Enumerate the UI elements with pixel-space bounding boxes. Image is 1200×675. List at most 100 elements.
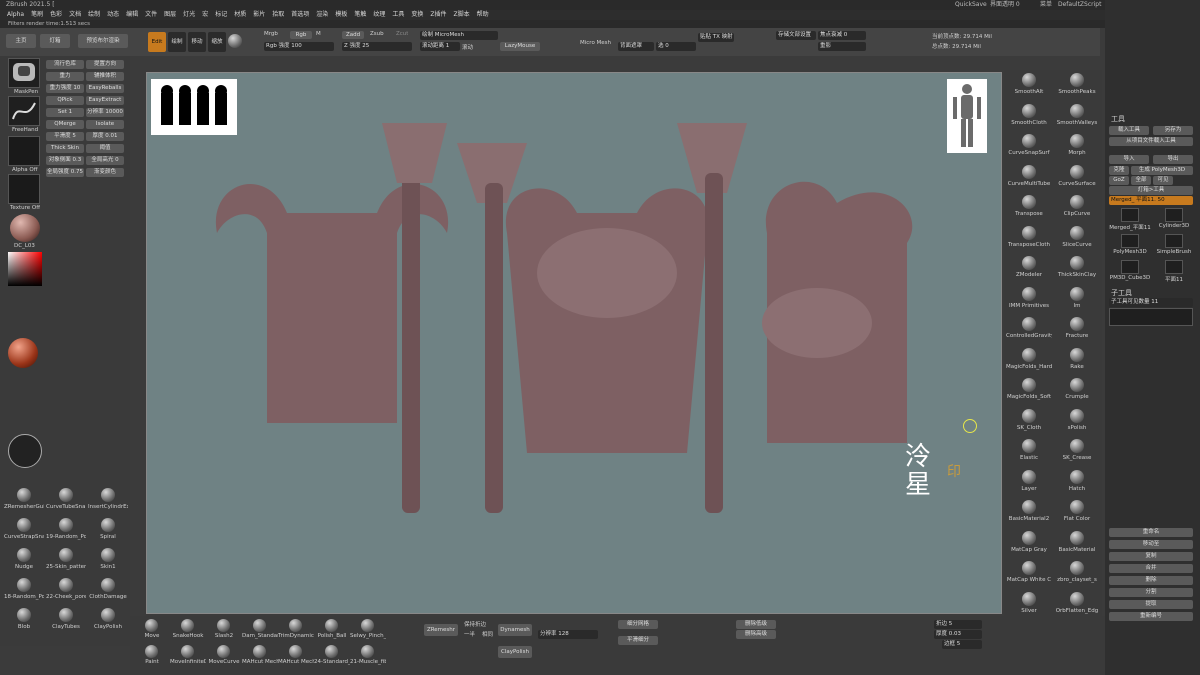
brush-slot[interactable]: SliceCurve — [1054, 225, 1100, 253]
sel-slider[interactable]: 选 0 — [656, 42, 696, 51]
subtool-count-slider[interactable]: 子工具可见数量 11 — [1109, 298, 1193, 307]
material-sphere[interactable] — [10, 214, 40, 242]
brush-slot[interactable]: TrimDynamic1 — [278, 618, 314, 642]
brush-slot[interactable]: Nudge — [4, 546, 44, 574]
brush-slot[interactable]: MoveCurve — [206, 644, 242, 668]
menu-item[interactable]: 材质 — [234, 10, 246, 20]
brush-slot[interactable]: Elastic — [1006, 438, 1052, 466]
crease-dist-slider[interactable]: 折边 5 — [934, 620, 982, 629]
quicksave-button[interactable]: QuickSave — [955, 0, 987, 10]
brush-slot[interactable]: CurveTubeSnap — [46, 486, 86, 514]
brush-slot[interactable]: Rake — [1054, 347, 1100, 375]
frame-slider[interactable]: 边框 5 — [942, 640, 982, 649]
left-option[interactable]: 对象侧面 0.3 — [46, 156, 84, 165]
brush-slot[interactable]: CurveSnapSurf — [1006, 133, 1052, 161]
brush-slot[interactable]: 25-Skin_pattern — [46, 546, 86, 574]
delete-lower-button[interactable]: 删除低级 — [736, 620, 776, 629]
symmetry-settings-button[interactable]: 存储文部设置 — [776, 31, 816, 40]
half-toggle[interactable]: 一半 — [464, 630, 475, 638]
brush-slot[interactable]: TransposeCloth — [1006, 225, 1052, 253]
tool-slot[interactable]: Merged_平面11 — [1109, 208, 1151, 232]
fill-tx-button[interactable]: 贴贴 TX 映射 — [698, 33, 734, 42]
menu-item[interactable]: 影片 — [253, 10, 265, 20]
subtool-op-button[interactable]: 提取 — [1109, 600, 1193, 609]
menu-item[interactable]: 灯光 — [183, 10, 195, 20]
left-option[interactable]: 厚度 0.01 — [86, 132, 124, 141]
brush-slot[interactable]: MagicFolds_Hard — [1006, 347, 1052, 375]
menu-item[interactable]: 笔刷 — [31, 10, 43, 20]
brush-slot[interactable]: 18-Random_Por — [4, 576, 44, 604]
z-intensity-slider[interactable]: Z 强度 25 — [342, 42, 412, 51]
left-option[interactable]: EasyReballs — [86, 84, 124, 93]
lazymouse-button[interactable]: LazyMouse — [500, 42, 540, 51]
tool-slot[interactable]: SimpleBrush — [1153, 234, 1195, 258]
menu-item[interactable]: 工具 — [392, 10, 404, 20]
brush-slot[interactable]: Selwy_Pinch_B — [350, 618, 386, 642]
menu-item[interactable]: Alpha — [7, 10, 24, 20]
thickness-slider[interactable]: 厚度 0.03 — [934, 630, 982, 639]
subtool-op-button[interactable]: 重命名 — [1109, 528, 1193, 537]
brush-slot[interactable]: Fracture — [1054, 316, 1100, 344]
brush-slot[interactable]: ClayTubes — [46, 606, 86, 634]
brush-slot[interactable]: MoveInfiniteDep — [170, 644, 206, 668]
brush-slot[interactable]: Slash2 — [206, 618, 242, 642]
m-toggle[interactable]: M — [316, 31, 321, 37]
menu-item[interactable]: 拾取 — [272, 10, 284, 20]
zremesher-button[interactable]: ZRemeshr — [424, 624, 458, 636]
export-button[interactable]: 导出 — [1153, 155, 1193, 164]
edit-button[interactable]: Edit — [148, 32, 166, 52]
subtool-op-button[interactable]: 重新编号 — [1109, 612, 1193, 621]
brush-slot[interactable]: MAHcut Mech B — [278, 644, 314, 668]
left-option[interactable]: 阈值 — [86, 144, 124, 153]
subtool-op-button[interactable]: 移动至 — [1109, 540, 1193, 549]
draw-micromesh-slider[interactable]: 绘制 MicroMesh — [420, 31, 498, 40]
brush-slot[interactable]: Polish_Ball — [314, 618, 350, 642]
save-as-button[interactable]: 另存为 — [1153, 126, 1193, 135]
brush-slot[interactable]: CurveSurface — [1054, 164, 1100, 192]
menu-item[interactable]: 笔触 — [354, 10, 366, 20]
brush-slot[interactable]: Blob — [4, 606, 44, 634]
same-toggle[interactable]: 相同 — [482, 630, 493, 638]
color-picker[interactable] — [8, 252, 42, 286]
brush-slot[interactable]: SK_Crease — [1054, 438, 1100, 466]
left-option[interactable]: 平滑度 5 — [46, 132, 84, 141]
brush-slot[interactable]: SmoothCloth — [1006, 103, 1052, 131]
left-option[interactable]: Isolate — [86, 120, 124, 129]
menu-item[interactable]: 编辑 — [126, 10, 138, 20]
left-option[interactable]: 全局高光 0 — [86, 156, 124, 165]
menu-item[interactable]: 宏 — [202, 10, 208, 20]
brush-slot[interactable]: SK_Cloth — [1006, 408, 1052, 436]
dynamesh-button[interactable]: Dynamesh — [498, 624, 532, 636]
tool-slot[interactable]: PM3D_Cube3D — [1109, 260, 1151, 284]
left-option[interactable]: 全局强度 0.75 — [46, 168, 84, 177]
brush-slot[interactable]: Crumple — [1054, 377, 1100, 405]
subtool-op-button[interactable]: 复制 — [1109, 552, 1193, 561]
sculpt-models[interactable] — [207, 123, 927, 573]
menu-item[interactable]: 文件 — [145, 10, 157, 20]
left-option[interactable]: Set 1 — [46, 108, 84, 117]
load-tool-button[interactable]: 载入工具 — [1109, 126, 1149, 135]
all-button[interactable]: 全部 — [1131, 176, 1151, 185]
preview-boolean-button[interactable]: 预览布尔渲染 — [78, 34, 128, 48]
draw-button[interactable]: 绘制 — [168, 32, 186, 52]
subtool-op-button[interactable]: 合并 — [1109, 564, 1193, 573]
navigation-dial[interactable] — [8, 434, 42, 468]
zadd-toggle[interactable]: Zadd — [342, 31, 364, 39]
brush-slot[interactable]: Transpose — [1006, 194, 1052, 222]
make-polymesh-button[interactable]: 生成 PolyMesh3D — [1131, 166, 1193, 175]
left-option[interactable]: 提置方向 — [86, 60, 124, 69]
delete-higher-button[interactable]: 删除高级 — [736, 630, 776, 639]
left-option[interactable]: 辅推体积 — [86, 72, 124, 81]
visible-button[interactable]: 可见 — [1153, 176, 1173, 185]
brush-slot[interactable]: ThickSkinClay — [1054, 255, 1100, 283]
brush-slot[interactable]: SmoothAlt — [1006, 72, 1052, 100]
brush-slot[interactable]: Hatch — [1054, 469, 1100, 497]
mrgb-toggle[interactable]: Mrgb — [264, 31, 278, 37]
brush-slot[interactable]: ZModeler — [1006, 255, 1052, 283]
left-option[interactable]: QMerge — [46, 120, 84, 129]
brush-slot[interactable]: ClothDamage — [88, 576, 128, 604]
zcut-toggle[interactable]: Zcut — [396, 31, 408, 37]
brush-slot[interactable]: Silver — [1006, 591, 1052, 619]
roll-toggle[interactable]: 滚动 — [462, 43, 473, 51]
brush-slot[interactable]: BasicMaterial2 — [1006, 499, 1052, 527]
